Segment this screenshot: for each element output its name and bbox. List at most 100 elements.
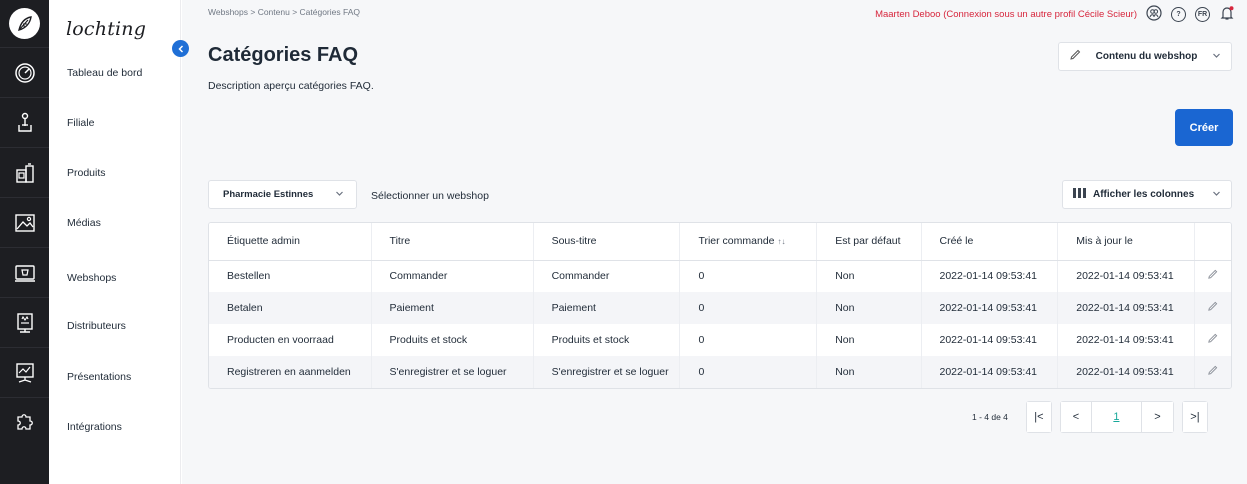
- cell-sort-order: 0: [679, 260, 818, 292]
- table-row[interactable]: Producten en voorraad Produits et stock Pr…: [209, 324, 1231, 356]
- cell-subtitle: Commander: [533, 260, 681, 292]
- columns-icon: [1073, 188, 1087, 201]
- sidebar-item-presentations[interactable]: Présentations: [49, 352, 180, 402]
- cell-default: Non: [816, 324, 922, 356]
- pencil-icon: [1207, 301, 1218, 315]
- cell-updated: 2022-01-14 09:53:41: [1057, 324, 1195, 356]
- user-switch-icon[interactable]: [1146, 4, 1162, 24]
- column-header-created[interactable]: Créé le: [921, 223, 1059, 261]
- content-menu-label: Contenu du webshop: [1095, 51, 1198, 62]
- location-pin-icon[interactable]: [0, 97, 49, 147]
- edit-row-button[interactable]: [1194, 356, 1231, 388]
- prev-page-button[interactable]: <: [1059, 401, 1092, 433]
- sort-arrows-icon[interactable]: ↑↓: [778, 237, 786, 246]
- chevron-down-icon: [1212, 51, 1221, 63]
- sidebar-item-dashboard[interactable]: Tableau de bord: [49, 48, 180, 98]
- column-header-title[interactable]: Titre: [371, 223, 534, 261]
- help-icon[interactable]: ?: [1171, 6, 1186, 22]
- edit-row-button[interactable]: [1194, 324, 1231, 356]
- cell-created: 2022-01-14 09:53:41: [921, 356, 1059, 388]
- cell-admin-label: Bestellen: [209, 260, 372, 292]
- cell-admin-label: Producten en voorraad: [209, 324, 372, 356]
- pencil-icon: [1207, 269, 1218, 283]
- top-user-bar: Maarten Deboo (Connexion sous un autre p…: [875, 3, 1235, 25]
- sidebar-item-webshops[interactable]: Webshops: [49, 253, 180, 303]
- column-header-default[interactable]: Est par défaut: [816, 223, 922, 261]
- table-row[interactable]: Betalen Paiement Paiement 0 Non 2022-01-14 09…: [209, 292, 1231, 324]
- cell-admin-label: Registreren en aanmelden: [209, 356, 372, 388]
- cell-updated: 2022-01-14 09:53:41: [1057, 260, 1195, 292]
- column-header-subtitle[interactable]: Sous-titre: [533, 223, 681, 261]
- page-description: Description aperçu catégories FAQ.: [208, 80, 374, 92]
- language-icon[interactable]: FR: [1195, 6, 1210, 22]
- cell-title: Produits et stock: [371, 324, 534, 356]
- column-header-admin-label[interactable]: Étiquette admin: [209, 223, 372, 261]
- webshop-select[interactable]: Pharmacie Estinnes: [208, 180, 357, 209]
- cell-sort-order: 0: [679, 356, 818, 388]
- edit-row-button[interactable]: [1194, 292, 1231, 324]
- sidebar-collapse-button[interactable]: [172, 40, 189, 57]
- faq-categories-table: Étiquette admin Titre Sous-titre Trier c…: [208, 222, 1232, 389]
- content-menu-dropdown[interactable]: Contenu du webshop: [1058, 42, 1232, 71]
- brand-wordmark: lochting: [66, 18, 147, 40]
- cell-default: Non: [816, 292, 922, 324]
- show-columns-button[interactable]: Afficher les colonnes: [1062, 180, 1232, 209]
- sidebar-item-integrations[interactable]: Intégrations: [49, 402, 180, 452]
- webshop-select-label: Sélectionner un webshop: [371, 190, 489, 202]
- cell-default: Non: [816, 356, 922, 388]
- breadcrumb[interactable]: Webshops > Contenu > Catégories FAQ: [208, 7, 360, 17]
- impersonation-user-text[interactable]: Maarten Deboo (Connexion sous un autre p…: [875, 9, 1137, 20]
- pagination: 1 - 4 de 4 |< < 1 > >|: [972, 401, 1208, 433]
- next-page-button[interactable]: >: [1141, 401, 1174, 433]
- edit-row-button[interactable]: [1194, 260, 1231, 292]
- presentation-icon[interactable]: [0, 347, 49, 397]
- cell-updated: 2022-01-14 09:53:41: [1057, 356, 1195, 388]
- products-icon[interactable]: [0, 147, 49, 197]
- column-header-updated[interactable]: Mis à jour le: [1057, 223, 1195, 261]
- cell-updated: 2022-01-14 09:53:41: [1057, 292, 1195, 324]
- cell-title: S'enregistrer et se loguer: [371, 356, 534, 388]
- table-header-row: Étiquette admin Titre Sous-titre Trier c…: [209, 223, 1231, 261]
- sidebar-item-media[interactable]: Médias: [49, 198, 180, 248]
- sidebar-item-distributors[interactable]: Distributeurs: [49, 301, 180, 351]
- media-image-icon[interactable]: [0, 197, 49, 247]
- create-button[interactable]: Créer: [1175, 109, 1233, 146]
- distributor-icon[interactable]: [0, 297, 49, 347]
- integrations-puzzle-icon[interactable]: [0, 397, 49, 447]
- pagination-info: 1 - 4 de 4: [972, 412, 1008, 422]
- sidebar-item-products[interactable]: Produits: [49, 148, 180, 198]
- cell-subtitle: Paiement: [533, 292, 681, 324]
- notification-bell-icon[interactable]: [1219, 5, 1235, 24]
- cell-subtitle: Produits et stock: [533, 324, 681, 356]
- cell-title: Commander: [371, 260, 534, 292]
- first-page-button[interactable]: |<: [1025, 401, 1052, 433]
- table-row[interactable]: Registreren en aanmelden S'enregistrer et…: [209, 356, 1231, 388]
- cell-created: 2022-01-14 09:53:41: [921, 260, 1059, 292]
- column-header-sort-order-label: Trier commande: [698, 235, 775, 248]
- last-page-button[interactable]: >|: [1181, 401, 1208, 433]
- cell-sort-order: 0: [679, 324, 818, 356]
- brand-logo-icon[interactable]: [9, 8, 40, 39]
- webshop-select-value: Pharmacie Estinnes: [223, 189, 314, 200]
- dashboard-gauge-icon[interactable]: [0, 47, 49, 97]
- cell-admin-label: Betalen: [209, 292, 372, 324]
- column-header-sort-order[interactable]: Trier commande ↑↓: [679, 223, 818, 261]
- chevron-down-icon: [335, 189, 344, 201]
- main-content: Webshops > Contenu > Catégories FAQ Maar…: [182, 0, 1247, 484]
- table-row[interactable]: Bestellen Commander Commander 0 Non 2022-01-1…: [209, 260, 1231, 292]
- column-header-actions: [1194, 223, 1231, 261]
- cell-created: 2022-01-14 09:53:41: [921, 324, 1059, 356]
- cell-sort-order: 0: [679, 292, 818, 324]
- page-title: Catégories FAQ: [208, 44, 359, 66]
- current-page[interactable]: 1: [1091, 401, 1142, 433]
- show-columns-label: Afficher les colonnes: [1093, 189, 1195, 200]
- webshop-icon[interactable]: [0, 247, 49, 297]
- pencil-icon: [1207, 333, 1218, 347]
- sidebar: lochting Tableau de bord Filiale Produit…: [49, 0, 181, 484]
- icon-rail: [0, 0, 49, 484]
- sidebar-item-branch[interactable]: Filiale: [49, 98, 180, 148]
- cell-default: Non: [816, 260, 922, 292]
- pencil-icon: [1207, 365, 1218, 379]
- cell-created: 2022-01-14 09:53:41: [921, 292, 1059, 324]
- cell-subtitle: S'enregistrer et se loguer: [533, 356, 681, 388]
